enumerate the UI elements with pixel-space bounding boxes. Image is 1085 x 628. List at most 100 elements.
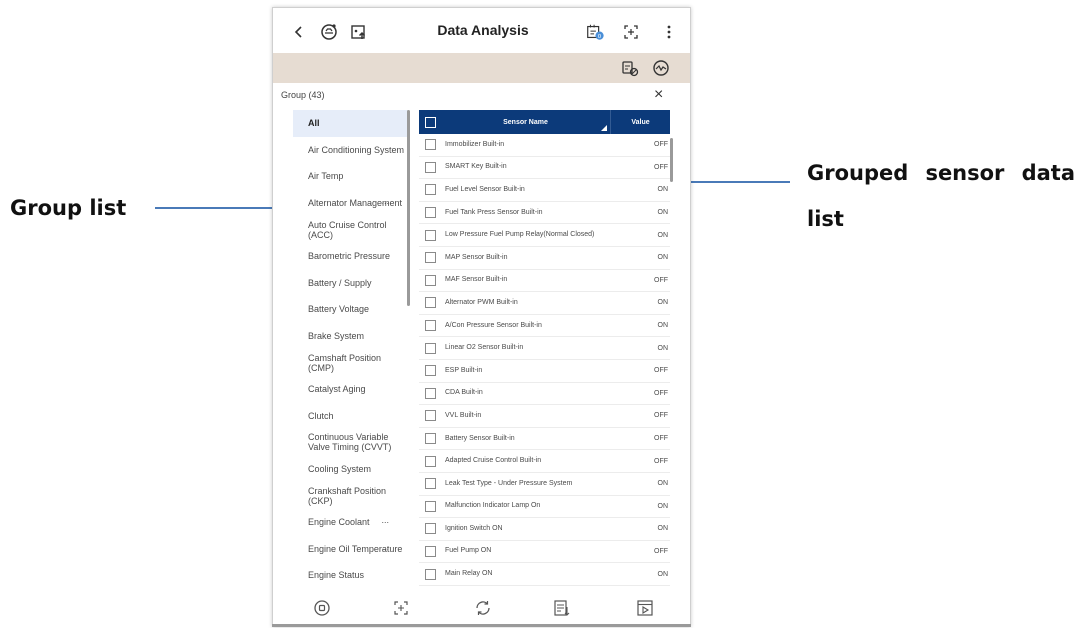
group-item[interactable]: Battery / Supply — [293, 270, 409, 297]
row-checkbox[interactable] — [419, 410, 441, 422]
close-icon[interactable]: × — [654, 86, 663, 104]
group-item[interactable]: Cooling System — [293, 456, 409, 483]
table-row[interactable]: Fuel Pump ON OFF — [419, 541, 670, 564]
table-row[interactable]: Adapted Cruise Control Built-in OFF — [419, 450, 670, 473]
group-item[interactable]: All — [293, 110, 409, 137]
group-item[interactable]: Air Temp — [293, 163, 409, 190]
upload-icon[interactable] — [349, 22, 369, 42]
group-item[interactable]: Brake System — [293, 323, 409, 350]
group-item-label: Engine Coolant — [308, 517, 370, 528]
sensor-name-cell: MAP Sensor Built-in — [445, 253, 508, 261]
row-checkbox[interactable] — [419, 433, 441, 445]
row-checkbox[interactable] — [419, 139, 441, 151]
group-item-more[interactable]: ... — [381, 542, 389, 552]
group-item[interactable]: Barometric Pressure — [293, 243, 409, 270]
group-item[interactable]: Catalyst Aging — [293, 376, 409, 403]
sensor-table: Sensor Name Value Immobilizer Built-in OF… — [419, 110, 670, 588]
group-item-label: Engine Status — [308, 570, 365, 581]
group-item[interactable]: Continuous Variable Valve Timing (CVVT) — [293, 429, 409, 456]
group-item[interactable]: Engine Status — [293, 562, 409, 588]
row-checkbox[interactable] — [419, 161, 441, 173]
sensor-name-cell: Fuel Level Sensor Built-in — [445, 185, 525, 193]
crosshair-icon[interactable] — [621, 22, 641, 42]
sensor-name-cell: Malfunction Indicator Lamp On — [445, 502, 541, 510]
freeze-frame-icon[interactable]: 0 — [585, 22, 605, 42]
row-checkbox[interactable] — [419, 387, 441, 399]
table-row[interactable]: Fuel Tank Press Sensor Built-in ON — [419, 202, 670, 225]
sensor-name-cell: Adapted Cruise Control Built-in — [445, 457, 542, 465]
row-checkbox[interactable] — [419, 207, 441, 219]
row-checkbox[interactable] — [419, 478, 441, 490]
sensor-name-cell: Battery Sensor Built-in — [445, 434, 515, 442]
table-row[interactable]: A/Con Pressure Sensor Built-in ON — [419, 315, 670, 338]
group-item[interactable]: Auto Cruise Control (ACC) — [293, 216, 409, 243]
table-row[interactable]: Ignition Switch ON ON — [419, 518, 670, 541]
sensor-value-cell: OFF — [654, 163, 668, 171]
table-row[interactable]: Immobilizer Built-in OFF — [419, 134, 670, 157]
refresh-icon[interactable] — [472, 598, 494, 618]
sensor-value-cell: OFF — [654, 141, 668, 149]
row-checkbox[interactable] — [419, 274, 441, 286]
row-checkbox[interactable] — [419, 365, 441, 377]
group-item[interactable]: Clutch — [293, 403, 409, 430]
group-list: All Air Conditioning System Air Temp Altern… — [293, 110, 409, 588]
select-all-checkbox[interactable] — [419, 110, 441, 134]
table-row[interactable]: Alternator PWM Built-in ON — [419, 292, 670, 315]
sensor-name-cell: Immobilizer Built-in — [445, 140, 505, 148]
table-row[interactable]: Low Pressure Fuel Pump Relay(Normal Clos… — [419, 224, 670, 247]
group-item[interactable]: Air Conditioning System — [293, 137, 409, 164]
report-icon[interactable] — [551, 598, 573, 618]
row-checkbox[interactable] — [419, 455, 441, 467]
group-item-label: Battery / Supply — [308, 277, 372, 288]
group-list-scrollbar[interactable] — [407, 110, 410, 306]
sensor-name-column-header[interactable]: Sensor Name — [441, 110, 611, 134]
row-checkbox[interactable] — [419, 229, 441, 241]
group-item[interactable]: Battery Voltage — [293, 296, 409, 323]
car-settings-icon[interactable] — [620, 59, 640, 77]
table-row[interactable]: ESP Built-in OFF — [419, 360, 670, 383]
vehicle-scan-icon[interactable] — [319, 22, 339, 42]
row-checkbox[interactable] — [419, 568, 441, 580]
table-scrollbar[interactable] — [670, 138, 673, 182]
group-item-more[interactable]: ... — [381, 515, 389, 525]
value-column-header: Value — [631, 118, 650, 126]
group-item[interactable]: Engine Coolant... — [293, 509, 409, 536]
sensor-name-cell: A/Con Pressure Sensor Built-in — [445, 321, 542, 329]
playback-icon[interactable] — [634, 598, 656, 618]
table-row[interactable]: Main Relay ON ON — [419, 563, 670, 586]
table-row[interactable]: Battery Sensor Built-in OFF — [419, 428, 670, 451]
table-row[interactable]: Malfunction Indicator Lamp On ON — [419, 496, 670, 519]
table-row[interactable]: CDA Built-in OFF — [419, 383, 670, 406]
sensor-name-cell: Ignition Switch ON — [445, 524, 503, 532]
group-item-label: Continuous Variable Valve Timing (CVVT) — [308, 432, 392, 453]
gauge-icon[interactable] — [651, 59, 671, 77]
row-checkbox[interactable] — [419, 545, 441, 557]
table-row[interactable]: MAP Sensor Built-in ON — [419, 247, 670, 270]
sensor-name-cell: SMART Key Built-in — [445, 163, 507, 171]
back-icon[interactable] — [289, 22, 309, 42]
sensor-name-cell: CDA Built-in — [445, 389, 483, 397]
row-checkbox[interactable] — [419, 320, 441, 332]
group-item[interactable]: Camshaft Position (CMP) — [293, 349, 409, 376]
group-item[interactable]: Engine Oil Temperature... — [293, 536, 409, 563]
more-vert-icon[interactable] — [659, 22, 679, 42]
record-icon[interactable] — [311, 598, 333, 618]
table-row[interactable]: MAF Sensor Built-in OFF — [419, 270, 670, 293]
sensor-name-cell: Low Pressure Fuel Pump Relay(Normal Clos… — [445, 231, 595, 239]
row-checkbox[interactable] — [419, 500, 441, 512]
table-row[interactable]: Linear O2 Sensor Built-in ON — [419, 337, 670, 360]
row-checkbox[interactable] — [419, 184, 441, 196]
table-row[interactable]: SMART Key Built-in OFF — [419, 157, 670, 180]
group-item[interactable]: Crankshaft Position (CKP) — [293, 482, 409, 509]
table-row[interactable]: Leak Test Type - Under Pressure System ON — [419, 473, 670, 496]
table-row[interactable]: Fuel Level Sensor Built-in ON — [419, 179, 670, 202]
group-item[interactable]: Alternator Management... — [293, 190, 409, 217]
row-checkbox[interactable] — [419, 342, 441, 354]
row-checkbox[interactable] — [419, 297, 441, 309]
row-checkbox[interactable] — [419, 523, 441, 535]
group-item-more[interactable]: ... — [381, 196, 389, 206]
row-checkbox[interactable] — [419, 252, 441, 264]
device-bottom-edge — [272, 624, 691, 627]
table-row[interactable]: VVL Built-in OFF — [419, 405, 670, 428]
capture-icon[interactable] — [390, 598, 412, 618]
